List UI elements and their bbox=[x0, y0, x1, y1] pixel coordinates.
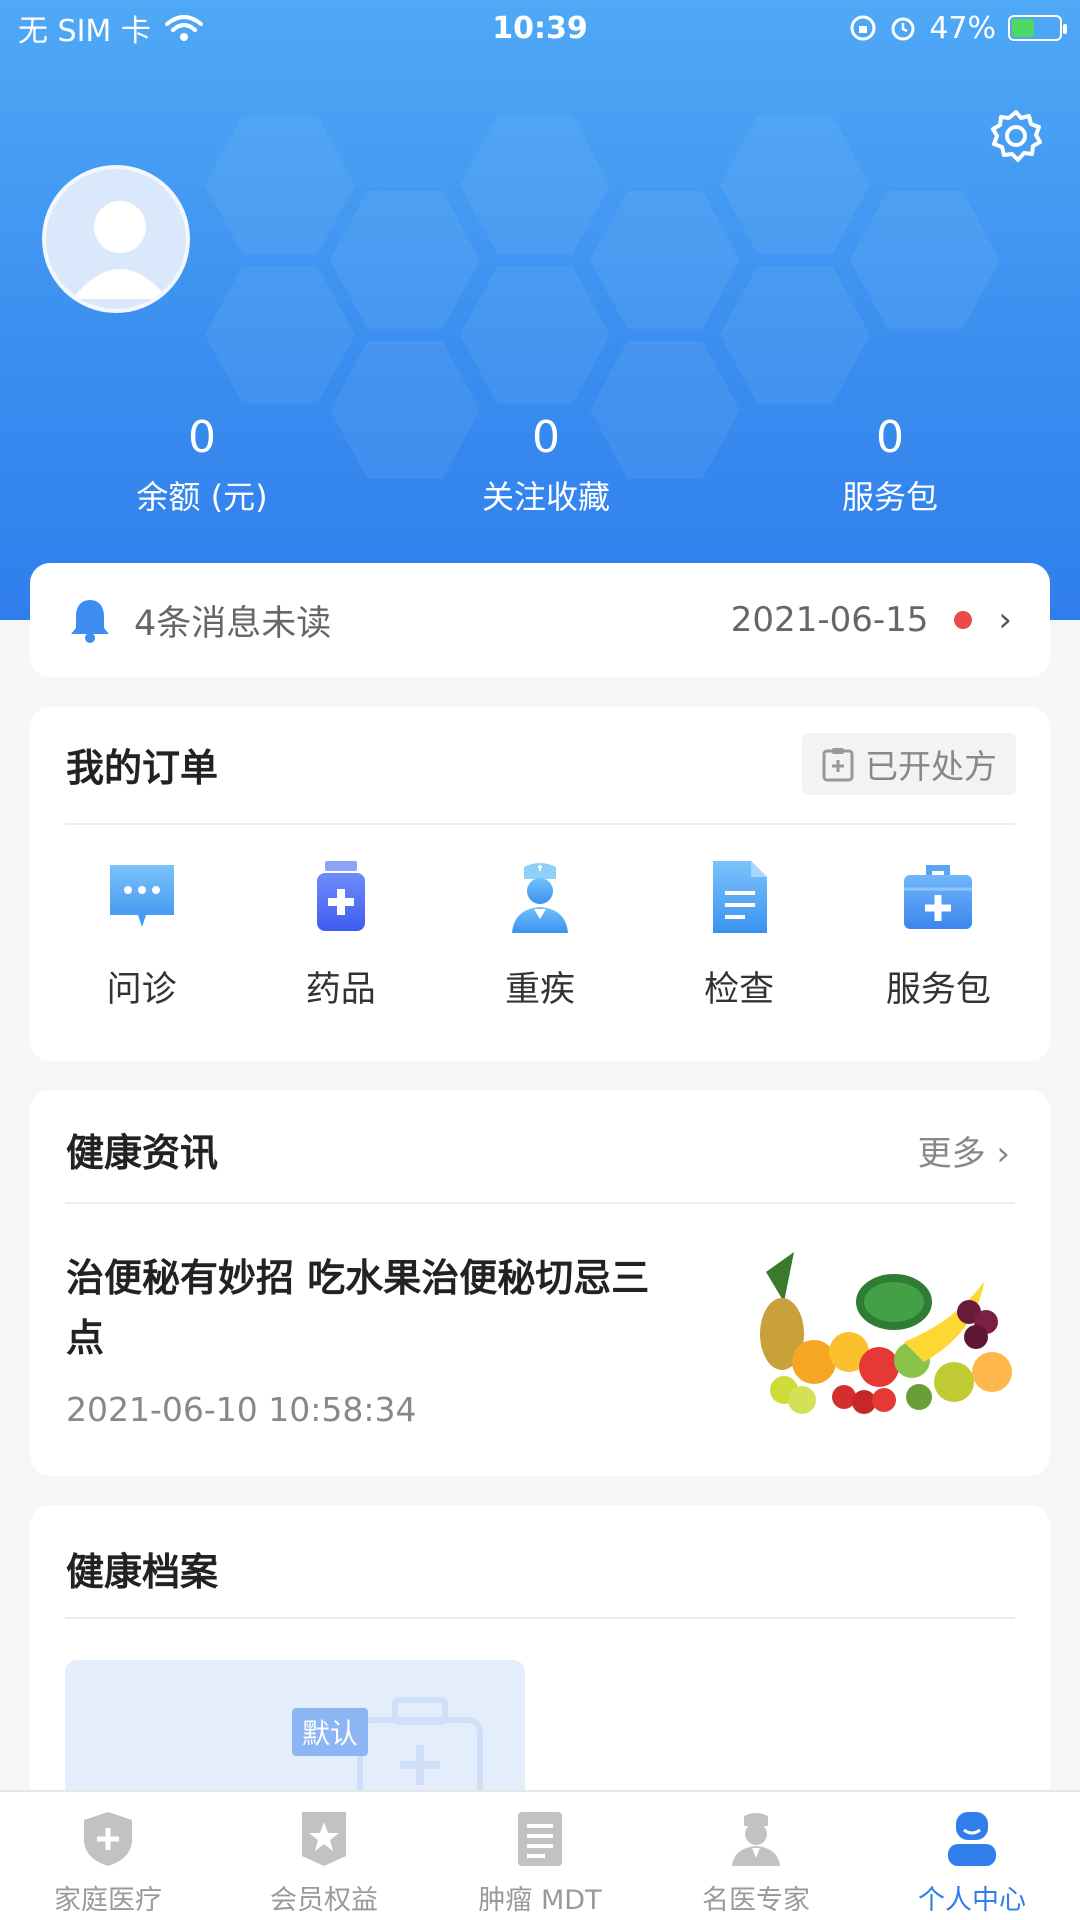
prescriptions-button[interactable]: 已开处方 bbox=[802, 733, 1016, 795]
profile-header: 无 SIM 卡 10:39 47% 0 余额 (元) 0 关注收藏 0 服务包 bbox=[0, 0, 1080, 620]
star-badge-icon bbox=[302, 1812, 346, 1866]
order-critical-illness-label: 重疾 bbox=[504, 970, 575, 1010]
favorites-stat[interactable]: 0 关注收藏 bbox=[374, 410, 718, 518]
tab-member-benefits[interactable]: 会员权益 bbox=[216, 1792, 432, 1920]
divider bbox=[65, 1202, 1015, 1204]
account-stats: 0 余额 (元) 0 关注收藏 0 服务包 bbox=[0, 410, 1080, 518]
bg-decoration bbox=[460, 266, 610, 404]
order-critical-illness[interactable]: 重疾 bbox=[455, 857, 625, 1012]
order-medicine[interactable]: 药品 bbox=[256, 857, 426, 1012]
bg-decoration bbox=[460, 116, 610, 254]
avatar[interactable] bbox=[42, 165, 190, 313]
bg-decoration bbox=[850, 191, 1000, 329]
chevron-right-icon: › bbox=[996, 1134, 1010, 1174]
order-medicine-label: 药品 bbox=[305, 970, 376, 1010]
tab-personal-center[interactable]: 个人中心 bbox=[864, 1792, 1080, 1920]
person-icon bbox=[948, 1812, 996, 1866]
tab-famous-doctors[interactable]: 名医专家 bbox=[648, 1792, 864, 1920]
service-package-stat[interactable]: 0 服务包 bbox=[718, 410, 1062, 518]
news-more-label: 更多 bbox=[917, 1134, 986, 1174]
divider bbox=[65, 1617, 1015, 1619]
medical-kit-icon bbox=[904, 865, 973, 929]
bg-decoration bbox=[330, 191, 480, 329]
report-icon bbox=[518, 1812, 562, 1866]
medicine-bottle-icon bbox=[316, 861, 365, 931]
records-title: 健康档案 bbox=[66, 1550, 219, 1594]
service-package-label: 服务包 bbox=[841, 478, 938, 516]
divider bbox=[65, 823, 1015, 825]
health-records-card: 健康档案 默认 24岁 男 bbox=[30, 1505, 1050, 1820]
order-service-package[interactable]: 服务包 bbox=[853, 857, 1023, 1012]
document-icon bbox=[713, 861, 768, 933]
balance-label: 余额 (元) bbox=[136, 478, 268, 516]
orders-title: 我的订单 bbox=[66, 746, 219, 790]
tab-label: 家庭医疗 bbox=[54, 1885, 162, 1916]
default-badge: 默认 bbox=[292, 1708, 369, 1756]
bell-icon bbox=[71, 600, 109, 643]
service-package-value: 0 bbox=[876, 412, 904, 463]
chat-icon bbox=[109, 865, 174, 927]
fruit-image[interactable] bbox=[754, 1242, 1014, 1422]
article-title[interactable]: 治便秘有妙招 吃水果治便秘切忌三点 bbox=[66, 1248, 686, 1368]
default-user-icon bbox=[72, 201, 168, 299]
bg-decoration bbox=[720, 266, 870, 404]
favorites-label: 关注收藏 bbox=[481, 478, 610, 516]
health-news-card: 健康资讯 更多 › 治便秘有妙招 吃水果治便秘切忌三点 2021-06-10 1… bbox=[30, 1090, 1050, 1476]
battery-percent: 47% bbox=[929, 10, 996, 46]
shield-plus-icon bbox=[84, 1812, 132, 1866]
unread-count-text: 4条消息未读 bbox=[134, 603, 332, 644]
order-examination-label: 检查 bbox=[704, 970, 775, 1010]
battery-icon bbox=[1008, 15, 1067, 41]
nurse-icon bbox=[511, 863, 568, 933]
bg-decoration bbox=[205, 116, 355, 254]
status-bar: 无 SIM 卡 10:39 47% bbox=[0, 0, 1080, 56]
message-date: 2021-06-15 bbox=[730, 600, 929, 640]
order-examination[interactable]: 检查 bbox=[654, 857, 824, 1012]
doctor-icon bbox=[732, 1813, 780, 1866]
tab-family-medical[interactable]: 家庭医疗 bbox=[0, 1792, 216, 1920]
bg-decoration bbox=[205, 266, 355, 404]
bg-decoration bbox=[720, 116, 870, 254]
tab-label: 肿瘤 MDT bbox=[478, 1885, 602, 1916]
tab-label: 名医专家 bbox=[702, 1885, 810, 1916]
prescriptions-label: 已开处方 bbox=[865, 747, 997, 786]
news-more-link[interactable]: 更多 › bbox=[918, 1126, 1010, 1175]
tab-label: 会员权益 bbox=[270, 1885, 378, 1916]
order-consultation[interactable]: 问诊 bbox=[57, 857, 227, 1012]
balance-stat[interactable]: 0 余额 (元) bbox=[30, 410, 374, 518]
unread-messages-bar[interactable]: 4条消息未读 2021-06-15 › bbox=[30, 563, 1050, 677]
rotation-lock-icon bbox=[850, 15, 876, 41]
my-orders-card: 我的订单 已开处方 问诊 药品 重疾 检查 服务包 bbox=[30, 707, 1050, 1061]
balance-value: 0 bbox=[188, 412, 216, 463]
bg-decoration bbox=[590, 191, 740, 329]
order-consultation-label: 问诊 bbox=[106, 970, 177, 1010]
bottom-tab-bar: 家庭医疗 会员权益 肿瘤 MDT 名医专家 个人中心 bbox=[0, 1790, 1080, 1920]
order-service-package-label: 服务包 bbox=[885, 970, 991, 1010]
unread-dot bbox=[954, 611, 973, 629]
tab-tumor-mdt[interactable]: 肿瘤 MDT bbox=[432, 1792, 648, 1920]
tab-label: 个人中心 bbox=[918, 1885, 1026, 1916]
settings-gear-icon[interactable] bbox=[986, 106, 1046, 166]
article-time: 2021-06-10 10:58:34 bbox=[66, 1390, 417, 1429]
news-title: 健康资讯 bbox=[66, 1131, 219, 1175]
favorites-value: 0 bbox=[532, 412, 560, 463]
alarm-icon bbox=[891, 17, 915, 41]
clipboard-plus-icon bbox=[822, 748, 854, 782]
chevron-right-icon: › bbox=[998, 600, 1012, 640]
